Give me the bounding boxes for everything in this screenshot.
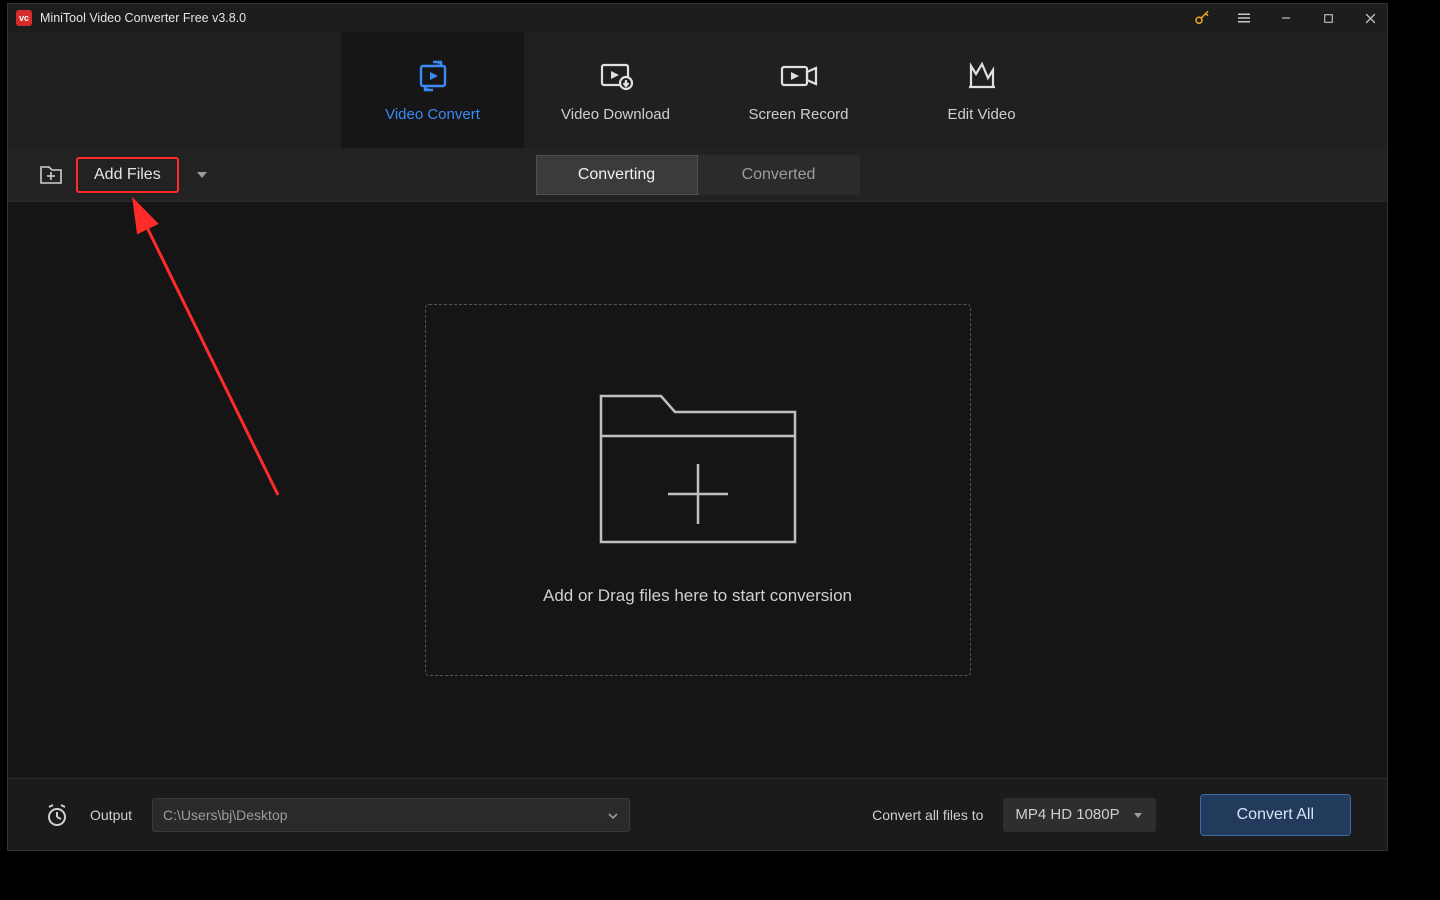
add-files-dropdown-icon[interactable] xyxy=(195,170,209,180)
video-download-icon xyxy=(596,58,636,94)
output-label: Output xyxy=(90,807,132,823)
dropzone-text: Add or Drag files here to start conversi… xyxy=(543,586,852,606)
titlebar-controls xyxy=(1193,9,1379,27)
key-icon[interactable] xyxy=(1193,9,1211,27)
conversion-segment: Converting Converted xyxy=(536,155,860,195)
segment-converting[interactable]: Converting xyxy=(536,155,698,195)
minimize-icon[interactable] xyxy=(1277,9,1295,27)
convert-all-button[interactable]: Convert All xyxy=(1200,794,1351,836)
output-path-value: C:\Users\bj\Desktop xyxy=(163,807,287,823)
app-title: MiniTool Video Converter Free v3.8.0 xyxy=(40,11,1193,25)
chevron-down-icon xyxy=(607,807,619,823)
scheduler-clock-icon[interactable] xyxy=(44,802,70,828)
segment-converted[interactable]: Converted xyxy=(698,155,860,195)
screen-record-icon xyxy=(778,58,820,94)
tab-edit-video[interactable]: Edit Video xyxy=(890,32,1073,148)
folder-add-icon xyxy=(593,374,803,554)
footer-bar: Output C:\Users\bj\Desktop Convert all f… xyxy=(8,778,1387,850)
edit-video-icon xyxy=(964,58,1000,94)
close-icon[interactable] xyxy=(1361,9,1379,27)
add-files-button[interactable]: Add Files xyxy=(76,157,179,193)
main-tabs: Video Convert Video Download xyxy=(8,32,1387,148)
tab-label: Edit Video xyxy=(947,106,1015,123)
tab-label: Video Convert xyxy=(385,106,480,123)
output-format-value: MP4 HD 1080P xyxy=(1015,806,1119,823)
add-file-plus-icon[interactable] xyxy=(38,164,64,186)
tab-label: Video Download xyxy=(561,106,670,123)
tab-video-convert[interactable]: Video Convert xyxy=(341,32,524,148)
convert-all-files-to-label: Convert all files to xyxy=(872,807,983,823)
app-logo-icon: vc xyxy=(16,10,32,26)
titlebar: vc MiniTool Video Converter Free v3.8.0 xyxy=(8,4,1387,32)
hamburger-menu-icon[interactable] xyxy=(1235,9,1253,27)
tab-video-download[interactable]: Video Download xyxy=(524,32,707,148)
output-path-select[interactable]: C:\Users\bj\Desktop xyxy=(152,798,630,832)
content-area: Add or Drag files here to start conversi… xyxy=(8,202,1387,778)
add-files-group: Add Files xyxy=(38,157,209,193)
video-convert-icon xyxy=(413,58,453,94)
dropzone[interactable]: Add or Drag files here to start conversi… xyxy=(425,304,971,676)
app-window: vc MiniTool Video Converter Free v3.8.0 xyxy=(7,3,1388,851)
sub-bar: Add Files Converting Converted xyxy=(8,148,1387,202)
maximize-icon[interactable] xyxy=(1319,9,1337,27)
tab-screen-record[interactable]: Screen Record xyxy=(707,32,890,148)
output-format-select[interactable]: MP4 HD 1080P xyxy=(1003,798,1155,832)
tab-label: Screen Record xyxy=(748,106,848,123)
chevron-down-icon xyxy=(1132,806,1144,823)
